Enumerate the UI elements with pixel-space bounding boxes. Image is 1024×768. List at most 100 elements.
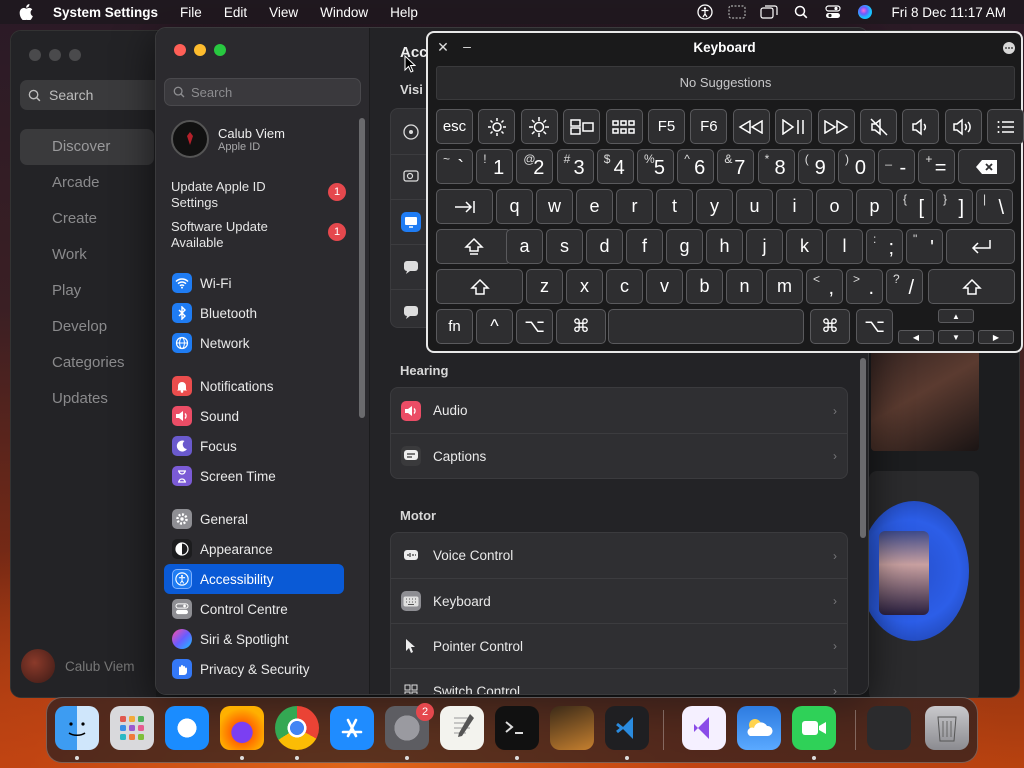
minimize-button[interactable]	[194, 44, 206, 56]
dock-visual-studio-icon[interactable]	[682, 706, 726, 750]
delete-key[interactable]	[958, 149, 1015, 184]
tab-key[interactable]	[436, 189, 493, 224]
key--[interactable]: _ -	[878, 149, 916, 184]
launchpad-key[interactable]	[605, 109, 643, 144]
store-minimize-button[interactable]	[49, 49, 61, 61]
arrow-right-key[interactable]: ▶	[978, 330, 1014, 344]
store-close-button[interactable]	[29, 49, 41, 61]
store-nav-create[interactable]: Create	[20, 201, 154, 237]
key-o[interactable]: o	[816, 189, 853, 224]
sidebar-item-sound[interactable]: Sound	[164, 401, 344, 431]
row-keyboard[interactable]: Keyboard ›	[391, 578, 847, 623]
arrow-left-key[interactable]: ◀	[898, 330, 934, 344]
key-p[interactable]: p	[856, 189, 893, 224]
key-a[interactable]: a	[506, 229, 543, 264]
key-[[interactable]: {[	[896, 189, 933, 224]
mute-key[interactable]	[860, 109, 897, 144]
key-1[interactable]: ! 1	[476, 149, 514, 184]
software-update-available[interactable]: Software Update Available 1	[171, 219, 346, 251]
key-i[interactable]: i	[776, 189, 813, 224]
key-t[interactable]: t	[656, 189, 693, 224]
key-6[interactable]: ^ 6	[677, 149, 715, 184]
control-key[interactable]: ^	[476, 309, 513, 344]
key-4[interactable]: $4	[596, 149, 634, 184]
key-z[interactable]: z	[526, 269, 563, 304]
dock-textedit-icon[interactable]	[440, 706, 484, 750]
key-h[interactable]: h	[706, 229, 743, 264]
key-l[interactable]: l	[826, 229, 863, 264]
key-5[interactable]: % 5	[637, 149, 674, 184]
row-captions[interactable]: Captions ›	[391, 433, 847, 478]
caps-lock-key[interactable]	[436, 229, 511, 264]
key-'[interactable]: " '	[906, 229, 943, 264]
menu-file[interactable]: File	[180, 5, 202, 20]
key-f6[interactable]: F6	[690, 109, 728, 144]
space-bar[interactable]	[608, 309, 804, 344]
dock-garageband-icon[interactable]	[550, 706, 594, 750]
key-9[interactable]: (9	[797, 149, 835, 184]
key-/[interactable]: ? /	[886, 269, 923, 304]
key-,[interactable]: <,	[806, 269, 843, 304]
dock-weather-icon[interactable]	[737, 706, 781, 750]
arrow-down-key[interactable]: ▼	[938, 330, 974, 344]
app-menu[interactable]: System Settings	[53, 5, 158, 20]
sidebar-item-wifi[interactable]: Wi-Fi	[164, 268, 344, 298]
update-apple-id-settings[interactable]: Update Apple ID Settings 1	[171, 179, 346, 211]
right-shift-key[interactable]	[928, 269, 1015, 304]
dock-app-store-icon[interactable]	[330, 706, 374, 750]
sidebar-item-screen-time[interactable]: Screen Time	[164, 461, 344, 491]
key-f5[interactable]: F5	[648, 109, 685, 144]
right-command-key[interactable]: ⌘	[810, 309, 850, 344]
store-search-field[interactable]: Search	[20, 80, 170, 110]
sidebar-item-privacy-security[interactable]: Privacy & Security	[164, 654, 344, 684]
row-pointer-control[interactable]: Pointer Control ›	[391, 623, 847, 668]
key-=[interactable]: + =	[918, 149, 956, 184]
sidebar-item-appearance[interactable]: Appearance	[164, 534, 344, 564]
dock-safari-icon[interactable]	[165, 706, 209, 750]
store-nav-updates[interactable]: Updates	[20, 381, 154, 417]
window-status-icon[interactable]	[758, 0, 780, 24]
sidebar-item-control-centre[interactable]: Control Centre	[164, 594, 344, 624]
dock-vscode-icon[interactable]	[605, 706, 649, 750]
dock-chrome-icon[interactable]	[275, 706, 319, 750]
key-;[interactable]: :;	[866, 229, 903, 264]
sidebar-item-bluetooth[interactable]: Bluetooth	[164, 298, 344, 328]
store-nav-play[interactable]: Play	[20, 273, 154, 309]
store-zoom-button[interactable]	[69, 49, 81, 61]
play-pause-key[interactable]	[775, 109, 813, 144]
key-][interactable]: }]	[936, 189, 973, 224]
row-voice-control[interactable]: Voice Control ›	[391, 533, 847, 578]
key-esc[interactable]: esc	[436, 109, 473, 144]
dock-finder-icon[interactable]	[55, 706, 99, 750]
key-j[interactable]: j	[746, 229, 783, 264]
menu-help[interactable]: Help	[390, 5, 418, 20]
row-audio[interactable]: Audio ›	[391, 388, 847, 433]
content-scrollbar[interactable]	[860, 358, 866, 538]
key-u[interactable]: u	[736, 189, 773, 224]
key-m[interactable]: m	[766, 269, 803, 304]
dock-firefox-icon[interactable]	[220, 706, 264, 750]
brightness-up-key[interactable]	[520, 109, 558, 144]
siri-icon[interactable]	[854, 0, 876, 24]
zoom-button[interactable]	[214, 44, 226, 56]
key-e[interactable]: e	[576, 189, 613, 224]
left-shift-key[interactable]	[436, 269, 523, 304]
menu-window[interactable]: Window	[320, 5, 368, 20]
row-switch-control[interactable]: Switch Control ›	[391, 668, 847, 694]
key-d[interactable]: d	[586, 229, 623, 264]
key-v[interactable]: v	[646, 269, 683, 304]
fast-forward-key[interactable]	[817, 109, 855, 144]
key-8[interactable]: * 8	[757, 149, 795, 184]
brightness-down-key[interactable]	[478, 109, 516, 144]
settings-search-field[interactable]: Search	[164, 78, 361, 106]
store-account[interactable]: Calub Viem	[21, 649, 135, 683]
more-options-icon[interactable]	[1003, 42, 1015, 54]
store-nav-arcade[interactable]: Arcade	[20, 165, 154, 201]
key-r[interactable]: r	[616, 189, 653, 224]
menu-edit[interactable]: Edit	[224, 5, 247, 20]
key-7[interactable]: & 7	[717, 149, 755, 184]
store-nav-work[interactable]: Work	[20, 237, 154, 273]
close-button[interactable]	[174, 44, 186, 56]
sidebar-item-accessibility[interactable]: Accessibility	[164, 564, 344, 594]
key-q[interactable]: q	[496, 189, 533, 224]
